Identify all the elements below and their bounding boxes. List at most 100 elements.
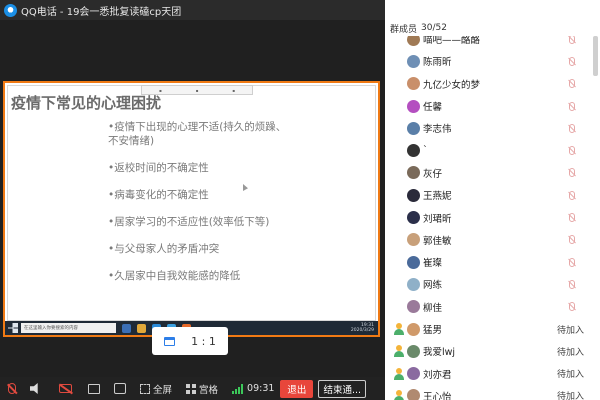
slide-bullets: •疫情下出现的心理不适(持久的烦躁、 不安情绪) •返校时间的不确定性 •病毒变…	[108, 120, 338, 296]
member-name: 刘亦君	[423, 369, 452, 381]
member-avatar	[407, 233, 420, 247]
mic-muted-icon	[569, 168, 575, 178]
member-name: 猛男	[423, 325, 443, 336]
member-row[interactable]: 李志伟	[385, 117, 600, 139]
member-avatar	[407, 211, 420, 225]
bullet-line: •与父母家人的矛盾冲突	[108, 243, 220, 255]
member-row[interactable]: 郭佳敏	[385, 229, 600, 251]
member-name: 王心怡	[423, 391, 452, 400]
member-name: 郭佳敏	[423, 235, 452, 247]
member-name: 柳佳	[423, 302, 443, 314]
share-screen-icon	[88, 383, 100, 394]
member-avatar	[407, 389, 420, 400]
members-icon	[114, 383, 126, 394]
member-avatar	[407, 144, 420, 158]
qq-call-window: QQ电话 - 19会一悉批复读磕cp天团 ⊼ — ☐ ✕ ▪ ▪ ▪ 疫情下常见…	[0, 0, 600, 400]
member-row[interactable]: 喵吧——酪酪	[385, 36, 600, 50]
members-button[interactable]	[114, 383, 126, 394]
call-toolbar: 全屏 宫格 09:31 退出 结束通...	[0, 377, 385, 400]
mic-muted-icon	[569, 213, 575, 223]
invite-person-icon	[393, 367, 405, 380]
mini-toolbar-dot: ▪	[195, 87, 199, 93]
bullet-line: •久居家中自我效能感的降低	[108, 270, 241, 282]
member-row[interactable]: 灰仔	[385, 162, 600, 184]
member-avatar	[407, 99, 420, 113]
member-name: 刘珺昕	[423, 213, 452, 225]
slide-title: 疫情下常见的心理困扰	[11, 94, 162, 112]
call-time: 09:31	[247, 383, 275, 394]
mic-muted-icon	[569, 190, 575, 200]
member-avatar	[407, 322, 420, 336]
exit-wrap: 退出	[280, 379, 314, 398]
end-call-button[interactable]: 结束通...	[318, 379, 366, 398]
exit-button[interactable]: 退出	[280, 379, 314, 398]
member-name: 王燕妮	[423, 191, 452, 203]
member-name: 崔璨	[423, 258, 443, 270]
invite-person-icon	[393, 323, 405, 335]
member-name: 李志伟	[423, 124, 452, 136]
member-row[interactable]: 猛男 待加入	[385, 318, 600, 340]
speaker-button[interactable]	[30, 383, 41, 394]
camera-toggle-button[interactable]	[59, 384, 72, 393]
mic-toggle-button[interactable]	[8, 383, 16, 394]
bullet-line: •返校时间的不确定性	[108, 162, 209, 174]
member-avatar	[407, 344, 420, 358]
taskbar-folder-icon	[137, 323, 146, 333]
member-row[interactable]: 刘珺昕	[385, 206, 600, 228]
share-screen-button[interactable]	[88, 383, 100, 394]
invite-person-icon	[393, 345, 405, 358]
mic-muted-icon	[569, 257, 575, 267]
slide: ▪ ▪ ▪ 疫情下常见的心理困扰 •疫情下出现的心理不适(持久的烦躁、 不安情绪…	[7, 85, 376, 321]
signal-icon	[232, 383, 245, 394]
member-status: 待加入	[557, 347, 585, 358]
member-panel: 群成员 30/52 喵吧——酪酪陈雨昕九亿少女的梦 任馨李志伟 ` 灰仔王燕妮刘珺昕郭…	[385, 0, 600, 400]
mic-muted-icon	[569, 235, 575, 245]
member-row[interactable]: `	[385, 139, 600, 161]
member-panel-header: 群成员 30/52	[385, 20, 600, 36]
member-row[interactable]: 我爱lwj 待加入	[385, 340, 600, 362]
ratio-toggle-button[interactable]: 1 : 1	[152, 327, 228, 355]
mic-muted-icon	[569, 302, 575, 312]
member-name: 我爱lwj	[423, 347, 456, 359]
member-name: 喵吧——酪酪	[423, 36, 481, 47]
member-list[interactable]: 喵吧——酪酪陈雨昕九亿少女的梦 任馨李志伟 ` 灰仔王燕妮刘珺昕郭佳敏崔璨网练柳佳猛男…	[385, 36, 600, 400]
member-avatar	[407, 36, 420, 46]
video-stage: ▪ ▪ ▪ 疫情下常见的心理困扰 •疫情下出现的心理不适(持久的烦躁、 不安情绪…	[0, 20, 385, 377]
member-row[interactable]: 崔璨	[385, 251, 600, 273]
member-avatar	[407, 277, 420, 291]
member-name: 九亿少女的梦	[423, 79, 481, 91]
member-list-scrollbar[interactable]	[593, 36, 598, 76]
member-row[interactable]: 柳佳	[385, 296, 600, 318]
grid-view-button[interactable]: 宫格	[186, 382, 218, 396]
member-row[interactable]: 王心怡 待加入	[385, 385, 600, 400]
member-avatar	[407, 121, 420, 135]
speaker-icon	[30, 383, 38, 394]
member-status: 待加入	[557, 370, 585, 381]
member-avatar	[407, 54, 420, 68]
member-avatar	[407, 77, 420, 91]
call-timer: 09:31	[232, 383, 274, 394]
member-row[interactable]: 九亿少女的梦	[385, 73, 600, 95]
mic-muted-icon	[569, 36, 575, 44]
member-panel-title: 群成员	[390, 24, 418, 35]
mini-toolbar-dot: ▪	[232, 87, 235, 93]
member-row[interactable]: 刘亦君 待加入	[385, 362, 600, 384]
member-status: 待加入	[557, 325, 585, 336]
member-name: 灰仔	[423, 168, 443, 180]
member-row[interactable]: 王燕妮	[385, 184, 600, 206]
ratio-label: 1 : 1	[191, 334, 216, 348]
fullscreen-button[interactable]: 全屏	[140, 382, 172, 396]
member-row[interactable]: 陈雨昕	[385, 50, 600, 72]
fullscreen-icon	[140, 383, 150, 394]
member-name: 任馨	[423, 102, 443, 114]
mic-muted-icon	[8, 383, 16, 394]
member-name: 网练	[423, 280, 443, 292]
screen-share[interactable]: ▪ ▪ ▪ 疫情下常见的心理困扰 •疫情下出现的心理不适(持久的烦躁、 不安情绪…	[3, 81, 380, 337]
member-name: `	[423, 145, 428, 157]
member-avatar	[407, 188, 420, 202]
bullet-line: 不安情绪)	[108, 135, 155, 147]
member-row[interactable]: 网练	[385, 273, 600, 295]
taskbar-clock: 19:31 2020/3/29	[351, 323, 378, 333]
member-row[interactable]: 任馨	[385, 95, 600, 117]
mic-muted-icon	[569, 146, 575, 156]
